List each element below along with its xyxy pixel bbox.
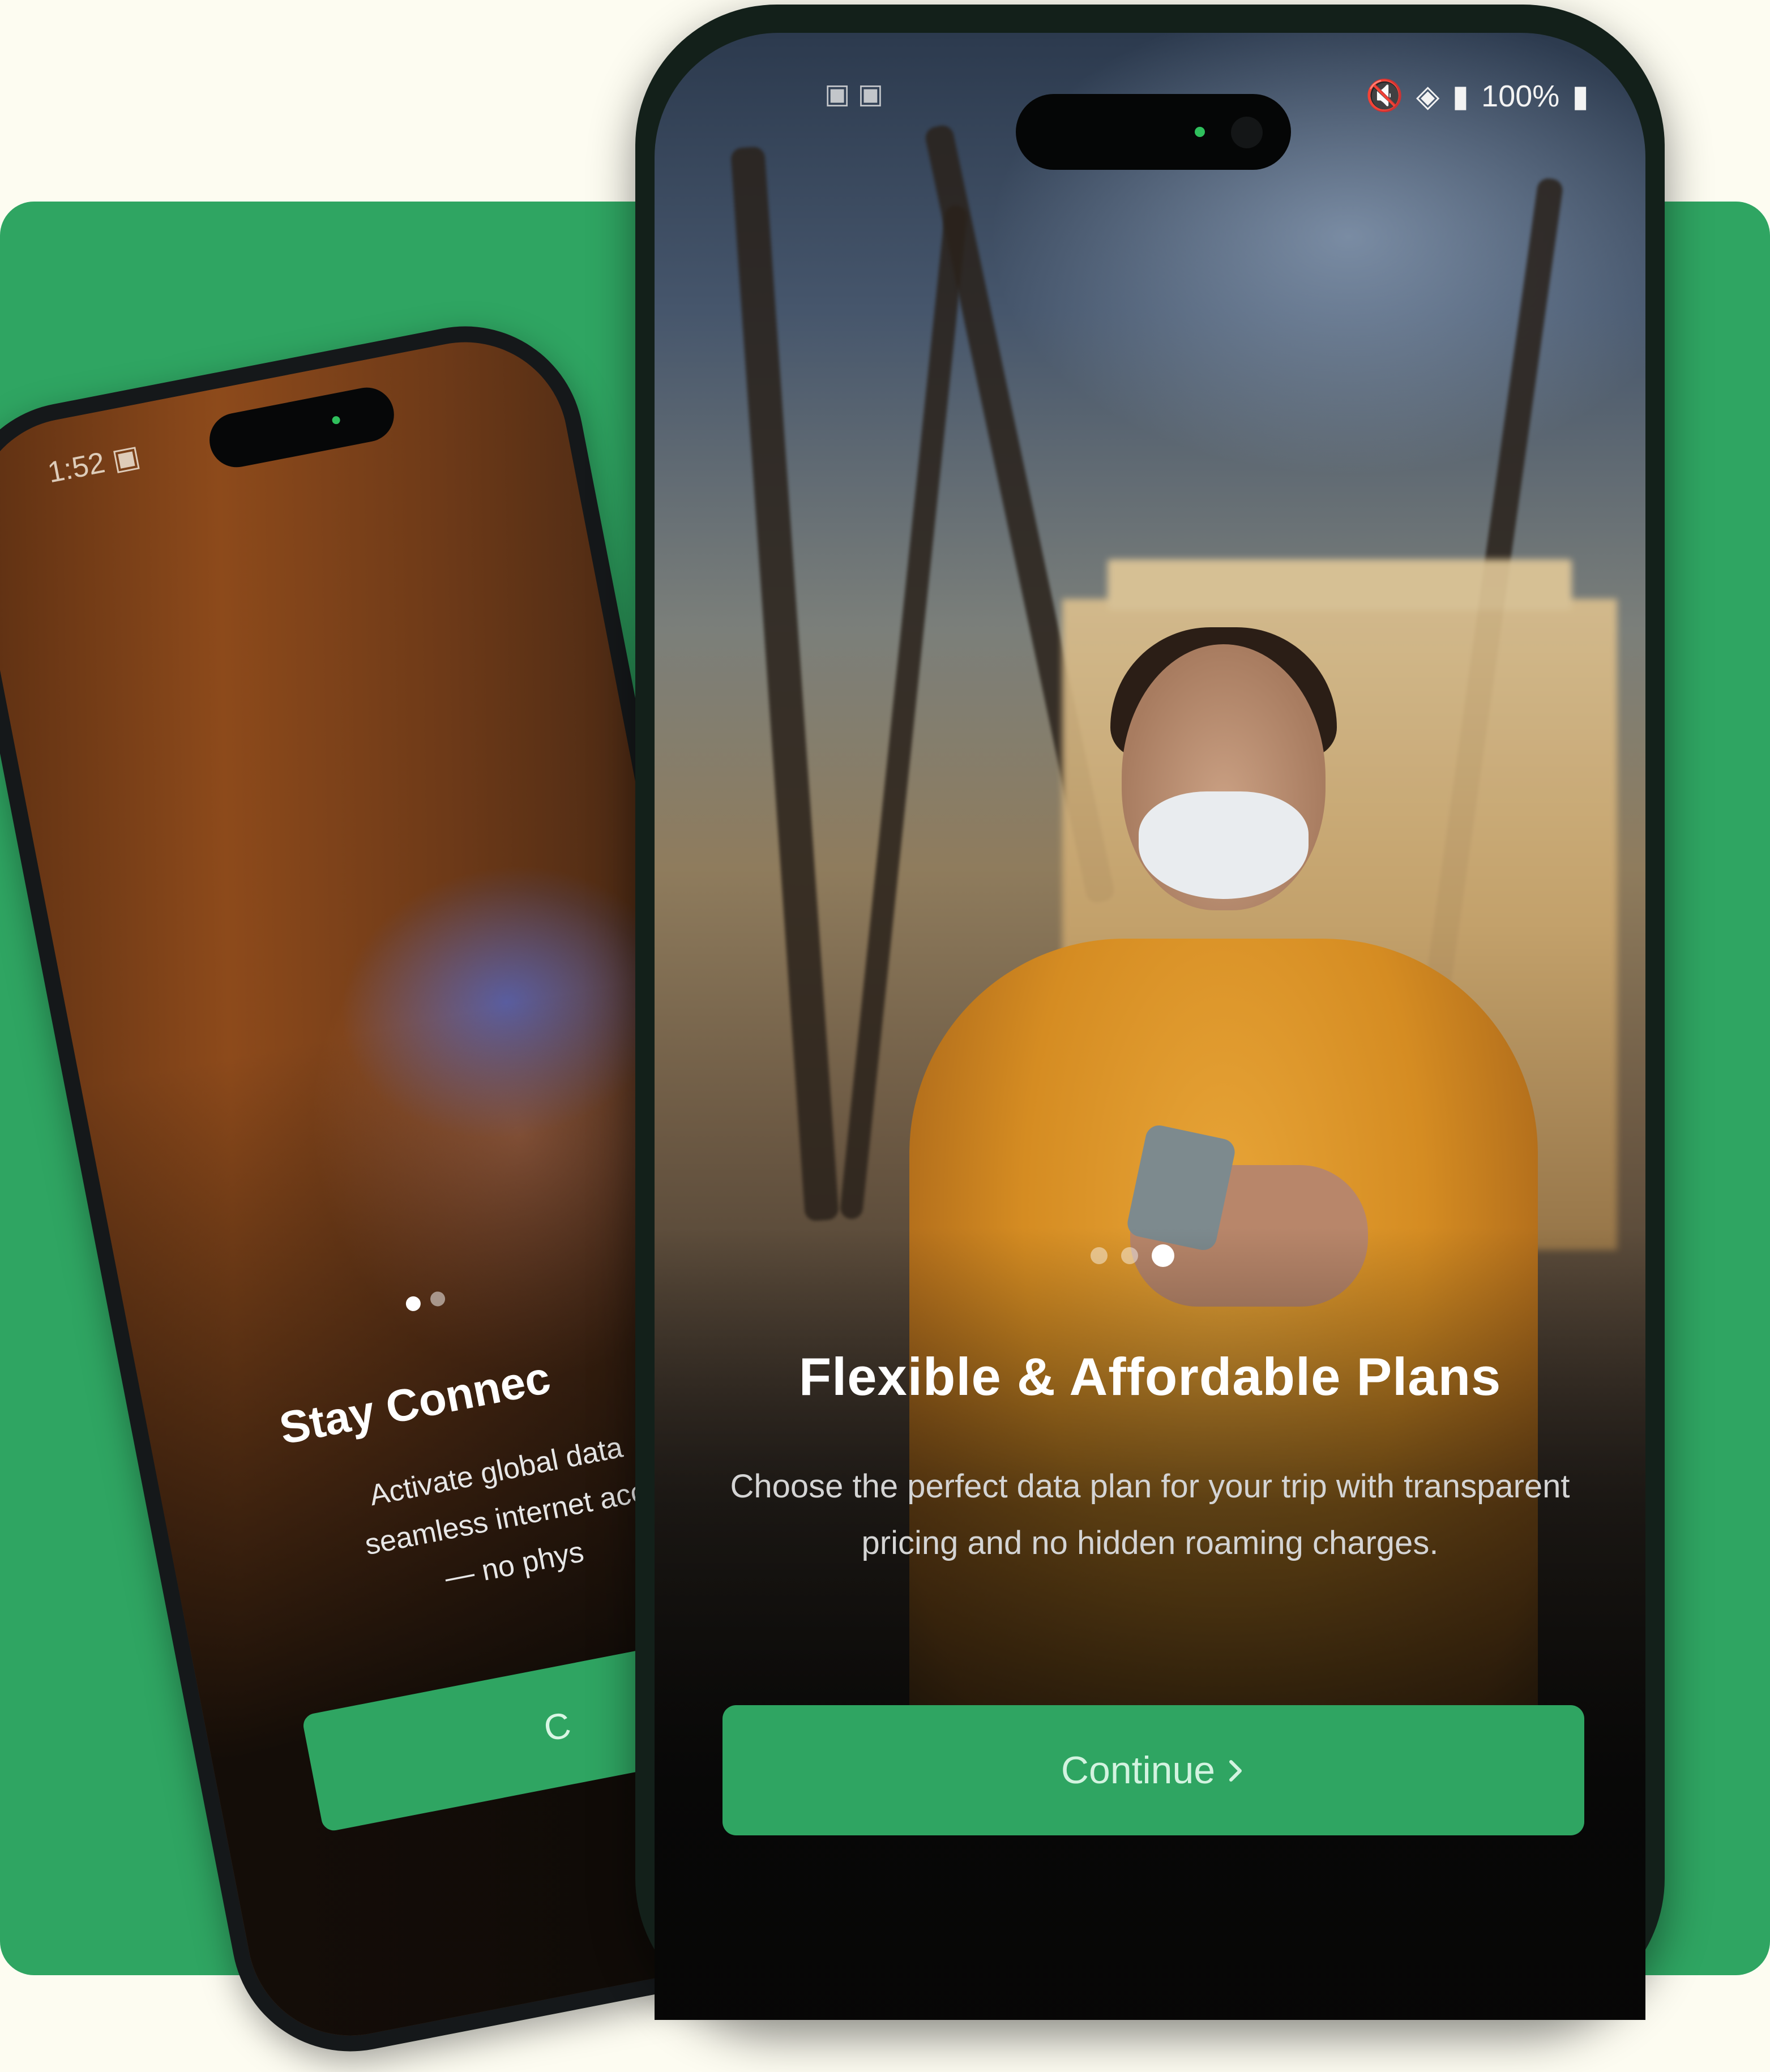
- onboarding-title: Stay Connec: [275, 1352, 554, 1454]
- battery-icon: ▮: [1572, 79, 1589, 113]
- wifi-icon: ◈: [1416, 79, 1440, 113]
- continue-button[interactable]: Continue: [722, 1705, 1584, 1835]
- pagination-dot-active: [404, 1295, 422, 1313]
- gallery-notification-icon: ▣: [109, 439, 143, 477]
- pagination-dot: [429, 1290, 447, 1308]
- chevron-right-icon: [1226, 1748, 1246, 1792]
- onboarding-title: Flexible & Affordable Plans: [798, 1347, 1502, 1406]
- continue-button-label: Continue: [1061, 1749, 1216, 1792]
- mute-icon: 🔇: [1365, 79, 1404, 113]
- dynamic-island: [1016, 94, 1291, 170]
- pagination-dots: [404, 1290, 447, 1313]
- front-phone-screen: ▣ ▣ 🔇 ◈ ▮ 100% ▮ Flexible & Affordable P…: [655, 33, 1645, 2020]
- battery-percentage: 100%: [1481, 79, 1560, 113]
- status-time: 1:52 ▣: [45, 439, 143, 490]
- front-phone-mockup: ▣ ▣ 🔇 ◈ ▮ 100% ▮ Flexible & Affordable P…: [635, 5, 1665, 2020]
- pagination-dot: [1091, 1247, 1108, 1264]
- camera-indicator-icon: [1195, 127, 1205, 137]
- signal-icon: ▮: [1452, 79, 1469, 113]
- onboarding-description: Choose the perfect data plan for your tr…: [730, 1468, 1570, 1561]
- front-camera-icon: [1231, 117, 1263, 148]
- pagination-dot-active: [1152, 1244, 1174, 1267]
- pagination-dots: [1091, 1244, 1174, 1267]
- status-notification-icons: ▣ ▣: [824, 79, 884, 109]
- camera-indicator-icon: [331, 415, 341, 425]
- status-bar-right: 🔇 ◈ ▮ 100% ▮: [1366, 78, 1589, 114]
- dynamic-island: [204, 383, 399, 472]
- pagination-dot: [1121, 1247, 1138, 1264]
